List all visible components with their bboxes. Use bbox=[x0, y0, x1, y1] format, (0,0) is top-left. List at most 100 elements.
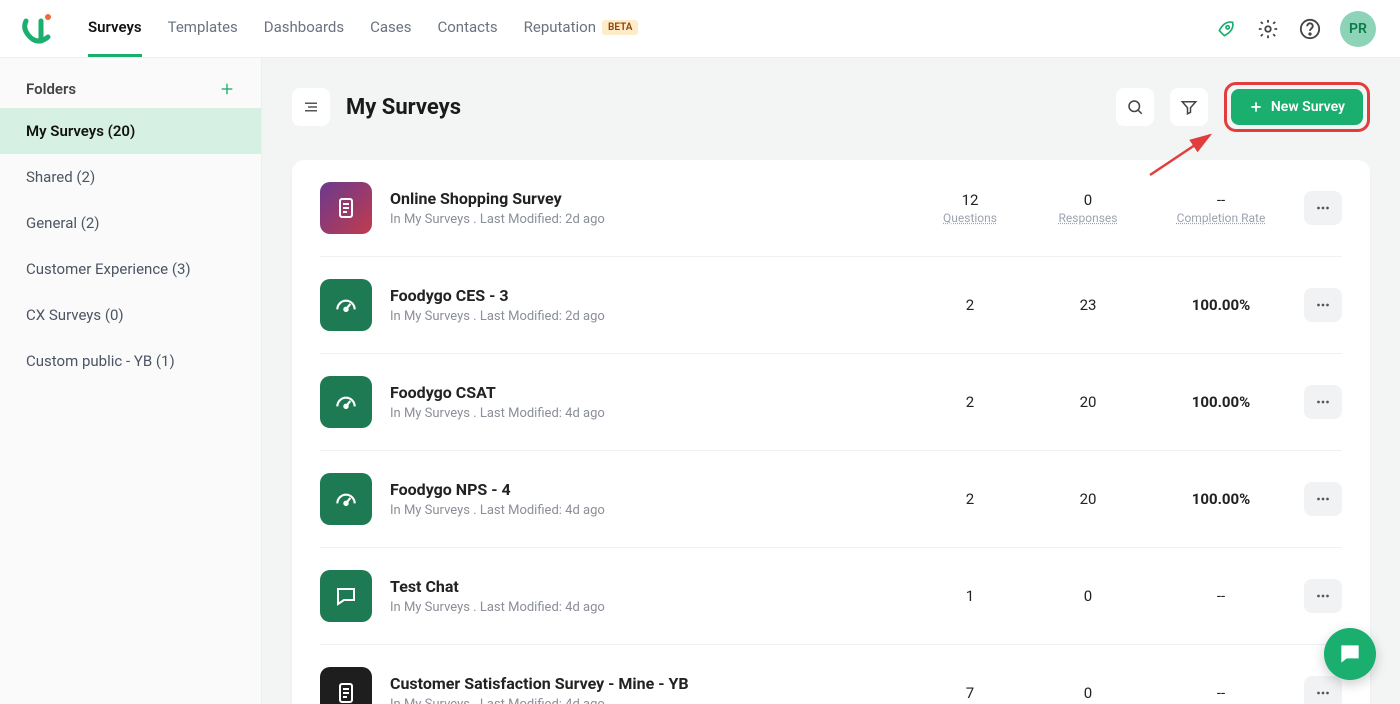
survey-info: Foodygo NPS - 4 In My Surveys . Last Mod… bbox=[390, 480, 902, 518]
survey-subtitle: In My Surveys . Last Modified: 4d ago bbox=[390, 503, 902, 518]
questions-value: 2 bbox=[920, 490, 1020, 508]
questions-value: 7 bbox=[920, 684, 1020, 702]
survey-icon bbox=[320, 473, 372, 525]
nav-dashboards[interactable]: Dashboards bbox=[264, 0, 344, 57]
row-actions-button[interactable] bbox=[1304, 579, 1342, 613]
folder-shared[interactable]: Shared (2) bbox=[0, 154, 261, 200]
responses-value: 20 bbox=[1038, 393, 1138, 411]
folder-label: General (2) bbox=[26, 214, 100, 232]
survey-title: Foodygo CSAT bbox=[390, 383, 902, 402]
survey-icon bbox=[320, 376, 372, 428]
responses-value: 0 bbox=[1038, 684, 1138, 702]
completion-value: -- bbox=[1156, 191, 1286, 209]
survey-info: Foodygo CES - 3 In My Surveys . Last Mod… bbox=[390, 286, 902, 324]
survey-title: Foodygo NPS - 4 bbox=[390, 480, 902, 499]
row-actions-button[interactable] bbox=[1304, 191, 1342, 225]
folder-general[interactable]: General (2) bbox=[0, 200, 261, 246]
nav-surveys[interactable]: Surveys bbox=[88, 0, 142, 57]
dots-icon bbox=[1314, 199, 1332, 217]
search-button[interactable] bbox=[1116, 88, 1154, 126]
page-title: My Surveys bbox=[346, 95, 1100, 120]
metric-responses: 23 bbox=[1038, 296, 1138, 314]
app-logo[interactable] bbox=[18, 9, 58, 49]
collapse-sidebar-button[interactable] bbox=[292, 88, 330, 126]
metric-completion: -- bbox=[1156, 684, 1286, 702]
folder-label: My Surveys (20) bbox=[26, 122, 135, 140]
dots-icon bbox=[1314, 296, 1332, 314]
survey-icon bbox=[320, 279, 372, 331]
folder-label: CX Surveys (0) bbox=[26, 306, 124, 324]
survey-row[interactable]: Test Chat In My Surveys . Last Modified:… bbox=[320, 548, 1342, 645]
nav-templates[interactable]: Templates bbox=[168, 0, 238, 57]
survey-row[interactable]: Foodygo NPS - 4 In My Surveys . Last Mod… bbox=[320, 451, 1342, 548]
survey-row[interactable]: Customer Satisfaction Survey - Mine - YB… bbox=[320, 645, 1342, 704]
metric-completion: -- bbox=[1156, 587, 1286, 605]
new-survey-button[interactable]: New Survey bbox=[1231, 89, 1363, 125]
folder-custom-public[interactable]: Custom public - YB (1) bbox=[0, 338, 261, 384]
nav-label: Templates bbox=[168, 18, 238, 36]
questions-value: 1 bbox=[920, 587, 1020, 605]
add-folder-button[interactable] bbox=[219, 81, 235, 97]
survey-subtitle: In My Surveys . Last Modified: 2d ago bbox=[390, 212, 902, 227]
metric-questions: 2 bbox=[920, 490, 1020, 508]
logo-icon bbox=[20, 11, 56, 47]
sidebar: Folders My Surveys (20) Shared (2) Gener… bbox=[0, 58, 262, 704]
metric-questions: 1 bbox=[920, 587, 1020, 605]
row-actions-button[interactable] bbox=[1304, 482, 1342, 516]
survey-row[interactable]: Online Shopping Survey In My Surveys . L… bbox=[320, 160, 1342, 257]
questions-label: Questions bbox=[920, 211, 1020, 225]
survey-subtitle: In My Surveys . Last Modified: 4d ago bbox=[390, 697, 902, 704]
folder-label: Shared (2) bbox=[26, 168, 95, 186]
survey-subtitle: In My Surveys . Last Modified: 2d ago bbox=[390, 309, 902, 324]
survey-icon bbox=[320, 570, 372, 622]
user-avatar[interactable]: PR bbox=[1340, 11, 1376, 47]
responses-label: Responses bbox=[1038, 211, 1138, 225]
nav-label: Contacts bbox=[437, 18, 497, 36]
page-header: My Surveys New Survey bbox=[292, 82, 1370, 132]
filter-button[interactable] bbox=[1170, 88, 1208, 126]
sidebar-header: Folders bbox=[0, 80, 261, 108]
completion-value: 100.00% bbox=[1156, 296, 1286, 314]
survey-title: Customer Satisfaction Survey - Mine - YB bbox=[390, 674, 902, 693]
row-actions-button[interactable] bbox=[1304, 385, 1342, 419]
nav-label: Surveys bbox=[88, 18, 142, 36]
completion-label: Completion Rate bbox=[1156, 211, 1286, 225]
rocket-icon[interactable] bbox=[1214, 17, 1238, 41]
survey-info: Online Shopping Survey In My Surveys . L… bbox=[390, 189, 902, 227]
questions-value: 12 bbox=[920, 191, 1020, 209]
nav-cases[interactable]: Cases bbox=[370, 0, 411, 57]
survey-info: Test Chat In My Surveys . Last Modified:… bbox=[390, 577, 902, 615]
folder-cx-surveys[interactable]: CX Surveys (0) bbox=[0, 292, 261, 338]
metric-questions: 7 bbox=[920, 684, 1020, 702]
survey-row[interactable]: Foodygo CSAT In My Surveys . Last Modifi… bbox=[320, 354, 1342, 451]
settings-icon[interactable] bbox=[1256, 17, 1280, 41]
metric-questions: 12 Questions bbox=[920, 191, 1020, 225]
nav-contacts[interactable]: Contacts bbox=[437, 0, 497, 57]
folder-customer-experience[interactable]: Customer Experience (3) bbox=[0, 246, 261, 292]
completion-value: 100.00% bbox=[1156, 393, 1286, 411]
search-icon bbox=[1126, 98, 1144, 116]
nav-reputation[interactable]: Reputation BETA bbox=[524, 0, 639, 57]
main-nav: Surveys Templates Dashboards Cases Conta… bbox=[88, 0, 638, 57]
dots-icon bbox=[1314, 393, 1332, 411]
metric-responses: 20 bbox=[1038, 393, 1138, 411]
chat-fab[interactable] bbox=[1324, 628, 1376, 680]
dots-icon bbox=[1314, 684, 1332, 702]
survey-title: Online Shopping Survey bbox=[390, 189, 902, 208]
nav-label: Cases bbox=[370, 18, 411, 36]
plus-icon bbox=[1249, 100, 1263, 114]
chat-bubble-icon bbox=[1337, 641, 1363, 667]
metric-completion: 100.00% bbox=[1156, 296, 1286, 314]
folder-my-surveys[interactable]: My Surveys (20) bbox=[0, 108, 261, 154]
main-area: My Surveys New Survey Online Shopping Su… bbox=[262, 58, 1400, 704]
row-actions-button[interactable] bbox=[1304, 676, 1342, 704]
metric-responses: 0 Responses bbox=[1038, 191, 1138, 225]
row-actions-button[interactable] bbox=[1304, 288, 1342, 322]
menu-icon bbox=[302, 98, 320, 116]
help-icon[interactable] bbox=[1298, 17, 1322, 41]
nav-label: Dashboards bbox=[264, 18, 344, 36]
plus-icon bbox=[219, 81, 235, 97]
survey-row[interactable]: Foodygo CES - 3 In My Surveys . Last Mod… bbox=[320, 257, 1342, 354]
responses-value: 20 bbox=[1038, 490, 1138, 508]
survey-info: Foodygo CSAT In My Surveys . Last Modifi… bbox=[390, 383, 902, 421]
